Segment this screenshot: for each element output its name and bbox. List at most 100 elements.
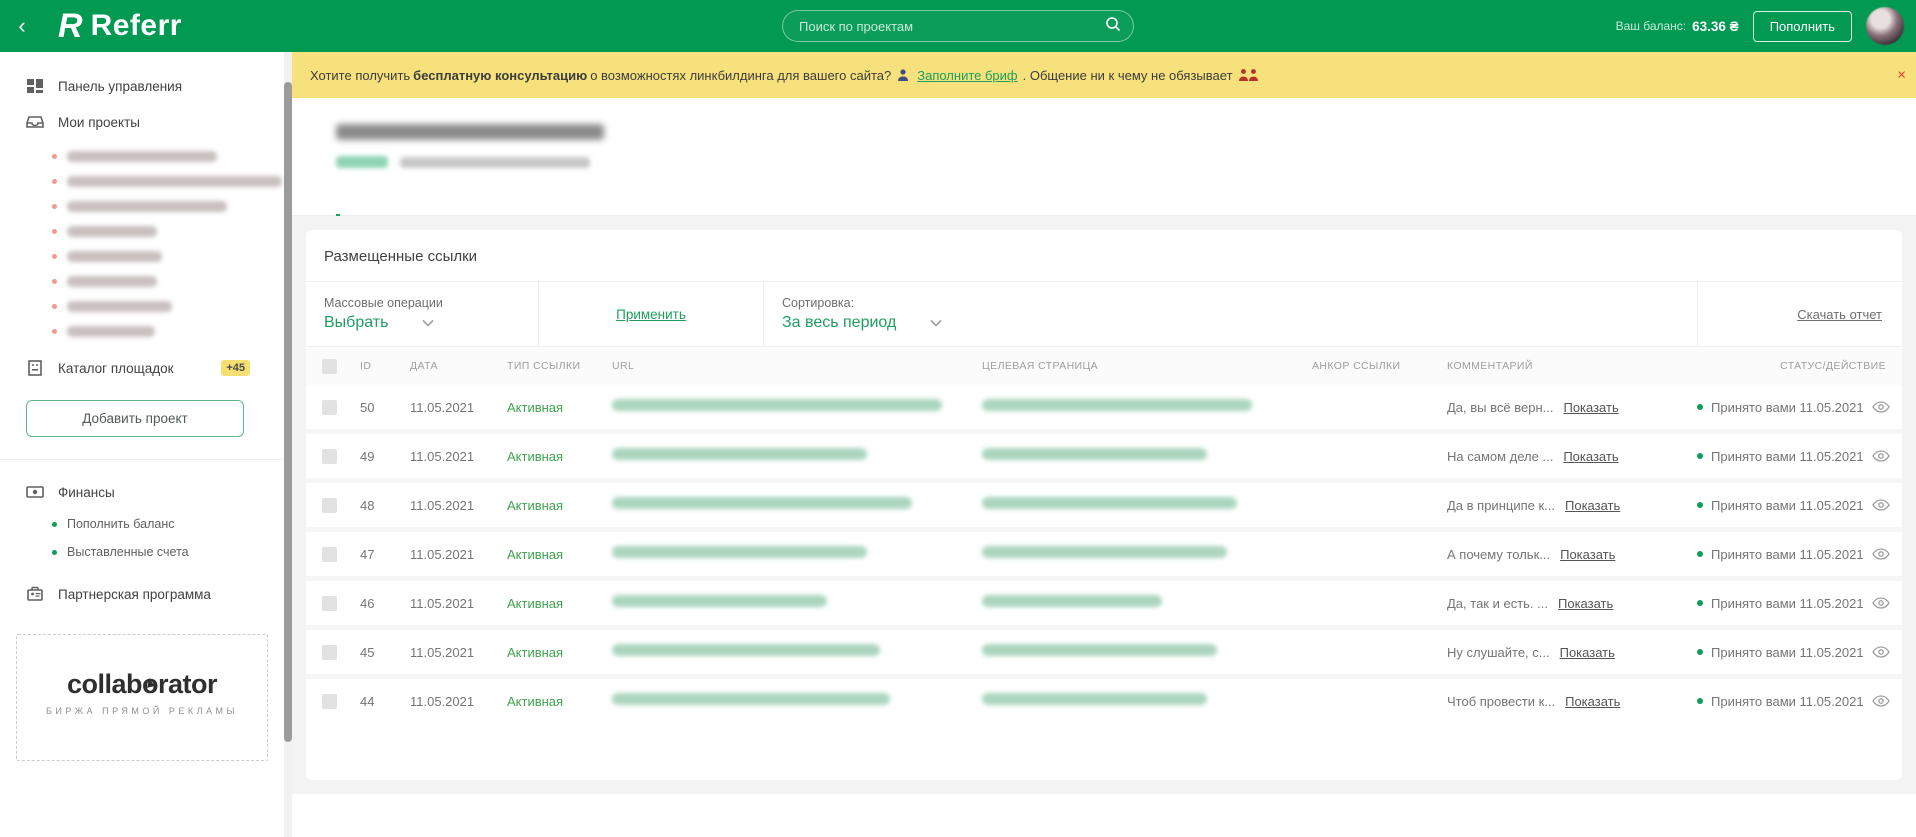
topup-button[interactable]: Пополнить <box>1752 10 1852 42</box>
back-chevron-icon[interactable]: ‹ <box>0 15 44 37</box>
row-checkbox[interactable] <box>322 595 337 611</box>
placed-links-card: Размещенные ссылки Массовые операции Выб… <box>306 230 1902 780</box>
target-page-link-redacted[interactable] <box>982 644 1217 656</box>
status-dot-icon <box>1697 600 1703 606</box>
eye-icon[interactable] <box>1871 597 1890 609</box>
eye-icon[interactable] <box>1871 499 1890 511</box>
show-comment-link[interactable]: Показать <box>1563 400 1618 415</box>
row-checkbox[interactable] <box>322 497 337 513</box>
show-comment-link[interactable]: Показать <box>1565 498 1620 513</box>
column-header-date: ДАТА <box>410 360 438 372</box>
tab[interactable] <box>392 194 396 215</box>
target-page-link-redacted[interactable] <box>982 595 1162 607</box>
sidebar-item-finance[interactable]: Финансы <box>0 474 284 510</box>
sort-select[interactable]: За весь период <box>782 314 980 332</box>
url-link-redacted[interactable] <box>612 399 942 411</box>
search-icon[interactable] <box>1105 16 1121 37</box>
cell-target-page <box>982 692 1312 710</box>
row-checkbox[interactable] <box>322 399 337 415</box>
balance-label: Ваш баланс: <box>1615 19 1687 33</box>
cell-comment: А почему тольк... Показать <box>1447 547 1697 562</box>
show-comment-link[interactable]: Показать <box>1560 645 1615 660</box>
show-comment-link[interactable]: Показать <box>1563 449 1618 464</box>
main-scrollbar-track[interactable] <box>284 52 292 837</box>
target-page-link-redacted[interactable] <box>982 546 1227 558</box>
tab[interactable] <box>448 194 452 215</box>
sidebar-item-catalog[interactable]: Каталог площадок +45 <box>0 350 284 386</box>
target-page-link-redacted[interactable] <box>982 399 1252 411</box>
project-dot-icon <box>52 179 57 184</box>
row-checkbox[interactable] <box>322 546 337 562</box>
breadcrumb-home-link-redacted[interactable] <box>336 156 388 168</box>
sidebar-project-item-blurred[interactable] <box>0 144 284 169</box>
target-page-link-redacted[interactable] <box>982 693 1207 705</box>
download-report-link[interactable]: Скачать отчет <box>1797 307 1882 322</box>
table-row: 45 11.05.2021 Активная Ну слушайте, с...… <box>306 630 1902 674</box>
apply-link[interactable]: Применить <box>616 307 686 322</box>
eye-icon[interactable] <box>1871 646 1890 658</box>
sidebar-item-my-projects[interactable]: Мои проекты <box>0 104 284 140</box>
table-row: 48 11.05.2021 Активная Да в принципе к..… <box>306 483 1902 527</box>
eye-icon[interactable] <box>1871 401 1890 413</box>
url-link-redacted[interactable] <box>612 595 827 607</box>
referr-logo[interactable]: R Referr <box>58 7 182 46</box>
target-page-link-redacted[interactable] <box>982 497 1237 509</box>
project-dot-icon <box>52 204 57 209</box>
eye-icon[interactable] <box>1871 450 1890 462</box>
show-comment-link[interactable]: Показать <box>1560 547 1615 562</box>
sidebar-sub-item[interactable]: Пополнить баланс <box>0 510 284 538</box>
tab[interactable] <box>504 194 508 215</box>
url-link-redacted[interactable] <box>612 644 880 656</box>
chevron-down-icon <box>930 314 942 332</box>
url-link-redacted[interactable] <box>612 693 890 705</box>
url-link-redacted[interactable] <box>612 448 867 460</box>
comment-text: Да, вы всё верн... <box>1447 399 1554 415</box>
select-all-checkbox[interactable] <box>322 358 337 374</box>
cell-link-type: Активная <box>507 644 564 660</box>
table-row: 50 11.05.2021 Активная Да, вы всё верн..… <box>306 385 1902 429</box>
url-link-redacted[interactable] <box>612 497 912 509</box>
url-link-redacted[interactable] <box>612 546 867 558</box>
target-page-link-redacted[interactable] <box>982 448 1207 460</box>
status-dot-icon <box>1697 502 1703 508</box>
sidebar-item-dashboard[interactable]: Панель управления <box>0 68 284 104</box>
project-name-redacted <box>67 301 172 312</box>
project-dot-icon <box>52 154 57 159</box>
sidebar-project-item-blurred[interactable] <box>0 219 284 244</box>
column-header-url: URL <box>612 360 635 372</box>
sidebar-project-item-blurred[interactable] <box>0 169 284 194</box>
show-comment-link[interactable]: Показать <box>1558 596 1613 611</box>
fill-brief-link[interactable]: Заполните бриф <box>917 68 1017 83</box>
sidebar-divider <box>0 459 284 460</box>
sidebar-project-item-blurred[interactable] <box>0 294 284 319</box>
sidebar-project-item-blurred[interactable] <box>0 319 284 344</box>
table-row: 49 11.05.2021 Активная На самом деле ...… <box>306 434 1902 478</box>
row-checkbox[interactable] <box>322 644 337 660</box>
eye-icon[interactable] <box>1871 548 1890 560</box>
project-search[interactable] <box>782 10 1134 42</box>
main-scrollbar-thumb[interactable] <box>284 82 292 742</box>
row-checkbox[interactable] <box>322 448 337 464</box>
add-project-button[interactable]: Добавить проект <box>26 400 244 437</box>
breadcrumb <box>336 156 1916 168</box>
collaborator-ad-banner[interactable]: collaborator БИРЖА ПРЯМОЙ РЕКЛАМЫ <box>16 634 268 761</box>
status-dot-icon <box>1697 649 1703 655</box>
sidebar-project-item-blurred[interactable] <box>0 269 284 294</box>
cell-comment: Да, вы всё верн... Показать <box>1447 400 1697 415</box>
cell-comment: Чтоб провести к... Показать <box>1447 694 1697 709</box>
referr-logo-mark: R <box>58 6 83 45</box>
cell-id: 45 <box>360 644 375 660</box>
row-checkbox[interactable] <box>322 693 337 709</box>
banner-close-icon[interactable]: × <box>1897 67 1906 84</box>
sidebar-project-item-blurred[interactable] <box>0 244 284 269</box>
sidebar-project-item-blurred[interactable] <box>0 194 284 219</box>
tab[interactable] <box>336 194 340 216</box>
sidebar-item-partner[interactable]: Партнерская программа <box>0 576 284 612</box>
eye-icon[interactable] <box>1871 695 1890 707</box>
sidebar-sub-item[interactable]: Выставленные счета <box>0 538 284 566</box>
bulk-operations-select[interactable]: Выбрать <box>324 314 520 332</box>
user-avatar[interactable] <box>1866 7 1904 45</box>
sidebar-sub-item-label: Пополнить баланс <box>67 517 175 531</box>
search-input[interactable] <box>799 18 1105 34</box>
show-comment-link[interactable]: Показать <box>1565 694 1620 709</box>
